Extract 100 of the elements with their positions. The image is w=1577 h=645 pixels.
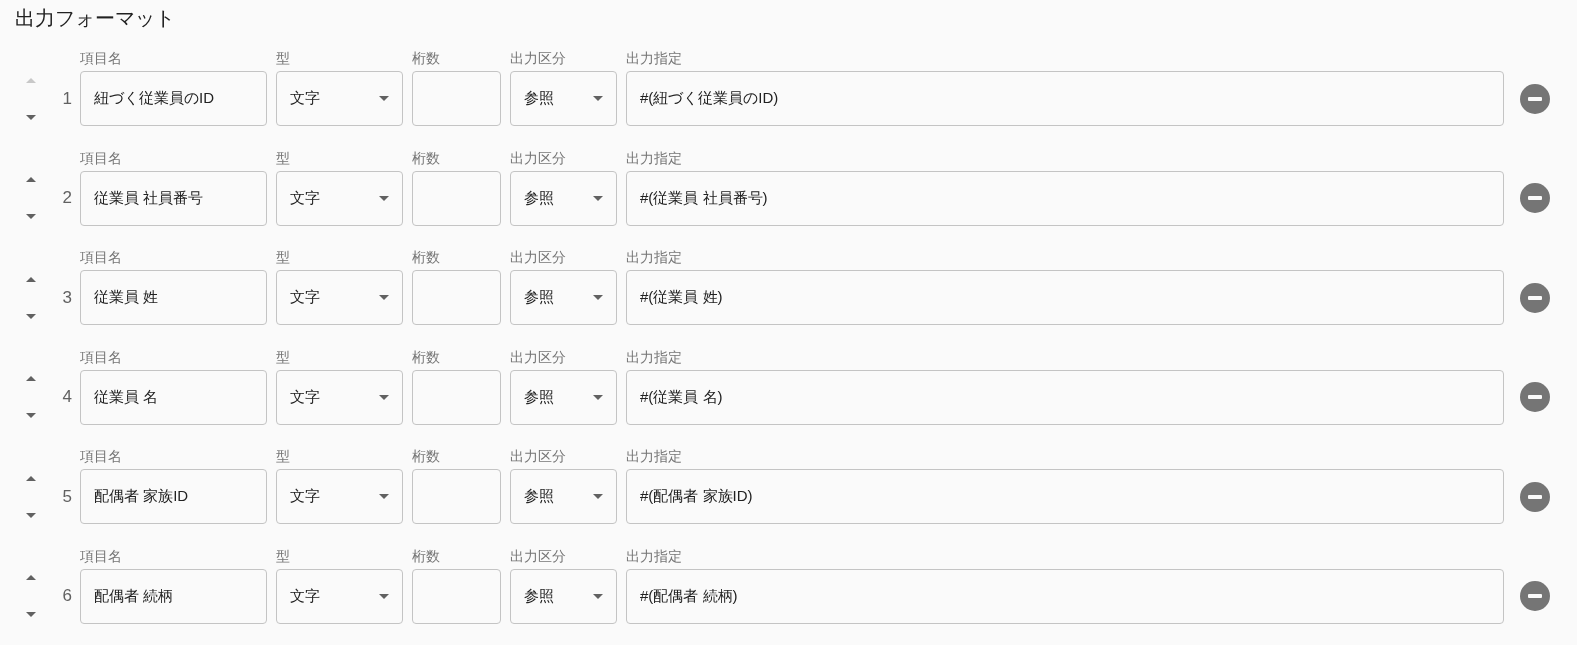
caret-up-icon	[26, 77, 36, 83]
field-label: 出力指定	[626, 49, 683, 68]
field-label: 型	[276, 248, 291, 267]
caret-down-icon	[26, 612, 36, 617]
field-label: 出力区分	[510, 248, 567, 267]
remove-button[interactable]	[1520, 481, 1550, 512]
input-field[interactable]	[412, 270, 501, 325]
input-field[interactable]: #(配偶者 続柄)	[626, 568, 1504, 624]
caret-down-icon	[379, 96, 389, 101]
caret-down-icon	[379, 295, 389, 300]
field-label: 出力区分	[510, 347, 567, 367]
field-label: 桁数	[412, 148, 441, 168]
select-field[interactable]: 参照	[510, 71, 617, 126]
minus-icon	[1528, 96, 1542, 101]
select-field[interactable]: 文字	[276, 170, 403, 226]
field-label: 出力指定	[626, 546, 683, 566]
input-field[interactable]: #(従業員 名)	[626, 369, 1504, 425]
input-field[interactable]: 従業員 姓	[80, 270, 267, 325]
select-field[interactable]: 参照	[510, 568, 617, 624]
select-field[interactable]: 参照	[510, 170, 617, 226]
select-field[interactable]: 参照	[510, 270, 617, 325]
minus-icon	[1528, 196, 1542, 200]
input-field[interactable]: 紐づく従業員のID	[80, 71, 267, 126]
field-label: 出力区分	[510, 148, 567, 168]
caret-down-icon	[379, 494, 389, 499]
caret-down-icon	[379, 593, 389, 599]
caret-up-icon	[26, 475, 36, 481]
caret-down-icon	[26, 214, 36, 219]
field-label: 出力区分	[510, 546, 567, 566]
row-number: 6	[62, 586, 72, 606]
section-title: 出力フォーマット	[15, 6, 176, 31]
input-field[interactable]	[412, 170, 501, 226]
field-label: 項目名	[80, 447, 123, 466]
caret-down-icon	[26, 313, 36, 319]
caret-down-icon	[26, 413, 36, 418]
field-label: 型	[276, 49, 291, 68]
field-label: 桁数	[412, 248, 441, 267]
field-label: 出力指定	[626, 447, 683, 466]
field-label: 項目名	[80, 248, 123, 267]
remove-button[interactable]	[1520, 83, 1550, 114]
row-number: 4	[62, 387, 72, 407]
caret-up-icon	[26, 575, 36, 580]
field-label: 項目名	[80, 49, 123, 68]
caret-down-icon	[593, 96, 603, 101]
select-field[interactable]: 文字	[276, 71, 403, 126]
caret-up-icon	[26, 276, 36, 282]
select-field[interactable]: 文字	[276, 469, 403, 524]
row-number: 5	[62, 486, 72, 507]
input-field[interactable]: #(配偶者 家族ID)	[626, 469, 1504, 524]
select-field[interactable]: 参照	[510, 469, 617, 524]
field-label: 桁数	[412, 347, 441, 367]
caret-down-icon	[593, 195, 603, 201]
field-label: 桁数	[412, 49, 441, 68]
minus-icon	[1528, 494, 1542, 499]
field-label: 出力指定	[626, 148, 683, 168]
input-field[interactable]	[412, 71, 501, 126]
caret-down-icon	[379, 195, 389, 201]
caret-down-icon	[593, 295, 603, 300]
input-field[interactable]	[412, 568, 501, 624]
input-field[interactable]: #(従業員 姓)	[626, 270, 1504, 325]
select-field[interactable]: 文字	[276, 568, 403, 624]
input-field[interactable]: 従業員 名	[80, 369, 267, 425]
field-label: 項目名	[80, 148, 123, 168]
remove-button[interactable]	[1520, 382, 1550, 412]
field-label: 出力指定	[626, 347, 683, 367]
field-label: 桁数	[412, 447, 441, 466]
row-number: 1	[62, 88, 72, 109]
select-field[interactable]: 文字	[276, 369, 403, 425]
caret-up-icon	[26, 177, 36, 182]
input-field[interactable]: #(従業員 社員番号)	[626, 170, 1504, 226]
field-label: 桁数	[412, 546, 441, 566]
field-label: 項目名	[80, 546, 123, 566]
field-label: 項目名	[80, 347, 123, 367]
select-field[interactable]: 文字	[276, 270, 403, 325]
remove-button[interactable]	[1520, 282, 1550, 313]
field-label: 出力区分	[510, 447, 567, 466]
input-field[interactable]	[412, 469, 501, 524]
minus-icon	[1528, 594, 1542, 598]
row-number: 2	[62, 188, 72, 208]
input-field[interactable]	[412, 369, 501, 425]
field-label: 型	[276, 546, 291, 566]
caret-down-icon	[379, 394, 389, 400]
caret-down-icon	[26, 114, 36, 120]
input-field[interactable]: 配偶者 家族ID	[80, 469, 267, 524]
caret-down-icon	[593, 593, 603, 599]
remove-button[interactable]	[1520, 581, 1550, 611]
caret-down-icon	[26, 512, 36, 518]
input-field[interactable]: 配偶者 続柄	[80, 568, 267, 624]
remove-button[interactable]	[1520, 183, 1550, 213]
field-label: 型	[276, 447, 291, 466]
input-field[interactable]: 従業員 社員番号	[80, 170, 267, 226]
input-field[interactable]: #(紐づく従業員のID)	[626, 71, 1504, 126]
caret-up-icon	[26, 376, 36, 381]
caret-down-icon	[593, 394, 603, 400]
row-number: 3	[62, 287, 72, 308]
select-field[interactable]: 参照	[510, 369, 617, 425]
caret-down-icon	[593, 494, 603, 499]
field-label: 出力指定	[626, 248, 683, 267]
field-label: 出力区分	[510, 49, 567, 68]
field-label: 型	[276, 347, 291, 367]
